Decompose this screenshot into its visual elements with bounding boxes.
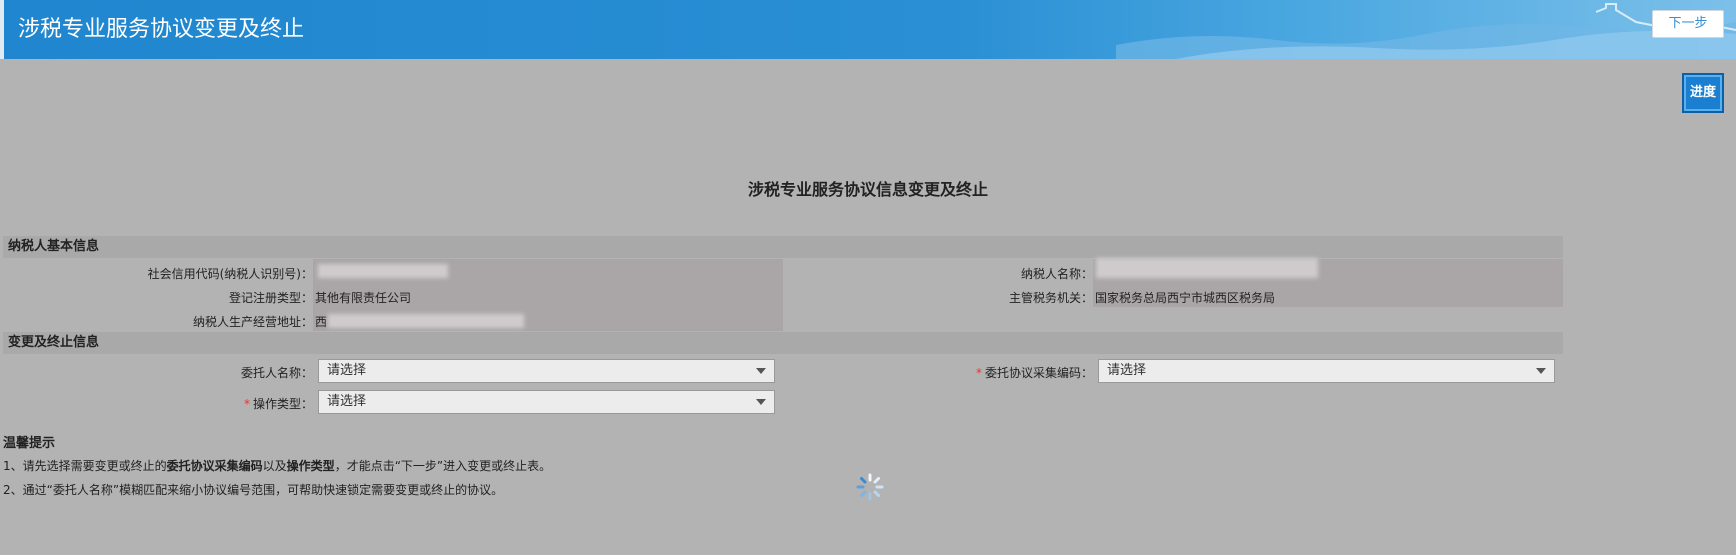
reg-type-label: 登记注册类型： bbox=[228, 291, 313, 305]
tax-authority-label: 主管税务机关： bbox=[1008, 291, 1093, 305]
credit-code-label: 社会信用代码(纳税人识别号)： bbox=[147, 267, 313, 281]
progress-button[interactable]: 进度 bbox=[1682, 73, 1724, 113]
reg-type-value: 其他有限责任公司 bbox=[315, 291, 412, 305]
operation-type-select-value: 请选择 bbox=[327, 394, 367, 409]
tips-title: 温馨提示 bbox=[3, 436, 56, 451]
change-section-header: 变更及终止信息 bbox=[3, 332, 1563, 354]
principal-name-label: 委托人名称： bbox=[240, 366, 313, 380]
tip-1-part-c: 以及 bbox=[262, 459, 287, 473]
agreement-code-label-text: 委托协议采集编码： bbox=[984, 366, 1093, 380]
header-bar: 涉税专业服务协议变更及终止 下一步 bbox=[0, 0, 1736, 59]
address-value-prefix: 西 bbox=[315, 315, 328, 329]
credit-code-redacted bbox=[318, 264, 448, 278]
required-mark: * bbox=[975, 366, 982, 380]
operation-type-select[interactable]: 请选择 bbox=[318, 390, 775, 414]
tip-1-part-a: 1、请先选择需要变更或终止的 bbox=[3, 459, 167, 473]
taxpayer-name-redacted bbox=[1096, 258, 1318, 278]
tax-authority-value: 国家税务总局西宁市城西区税务局 bbox=[1095, 291, 1276, 305]
required-mark: * bbox=[243, 397, 250, 411]
address-redacted bbox=[328, 314, 524, 328]
operation-type-label-text: 操作类型： bbox=[252, 397, 313, 411]
app-title: 涉税专业服务协议变更及终止 bbox=[18, 17, 305, 42]
tip-1: 1、请先选择需要变更或终止的委托协议采集编码以及操作类型，才能点击“下一步”进入… bbox=[3, 457, 551, 474]
principal-name-select[interactable]: 请选择 bbox=[318, 359, 775, 383]
page-heading: 涉税专业服务协议信息变更及终止 bbox=[747, 180, 988, 199]
taxpayer-name-label: 纳税人名称： bbox=[1020, 267, 1093, 281]
agreement-code-select[interactable]: 请选择 bbox=[1098, 359, 1555, 383]
loading-spinner-icon bbox=[856, 473, 884, 501]
next-step-button[interactable]: 下一步 bbox=[1652, 10, 1724, 38]
tip-2: 2、通过“委托人名称”模糊匹配来缩小协议编号范围，可帮助快速锁定需要变更或终止的… bbox=[3, 483, 504, 497]
tip-1-part-e: ，才能点击“下一步”进入变更或终止表。 bbox=[334, 459, 552, 473]
address-label: 纳税人生产经营地址： bbox=[192, 315, 313, 329]
header-edge bbox=[0, 0, 4, 59]
agreement-code-select-value: 请选择 bbox=[1107, 363, 1147, 378]
great-wall-illustration bbox=[1116, 3, 1736, 59]
agreement-code-label: * 委托协议采集编码： bbox=[900, 364, 1093, 381]
tip-1-operation-type: 操作类型 bbox=[286, 459, 335, 473]
tip-1-agreement-code: 委托协议采集编码 bbox=[166, 459, 263, 473]
principal-name-select-value: 请选择 bbox=[327, 363, 367, 378]
chevron-down-icon bbox=[756, 368, 766, 374]
operation-type-label: * 操作类型： bbox=[100, 395, 313, 412]
chevron-down-icon bbox=[756, 399, 766, 405]
chevron-down-icon bbox=[1536, 368, 1546, 374]
taxpayer-section-header: 纳税人基本信息 bbox=[3, 236, 1563, 258]
